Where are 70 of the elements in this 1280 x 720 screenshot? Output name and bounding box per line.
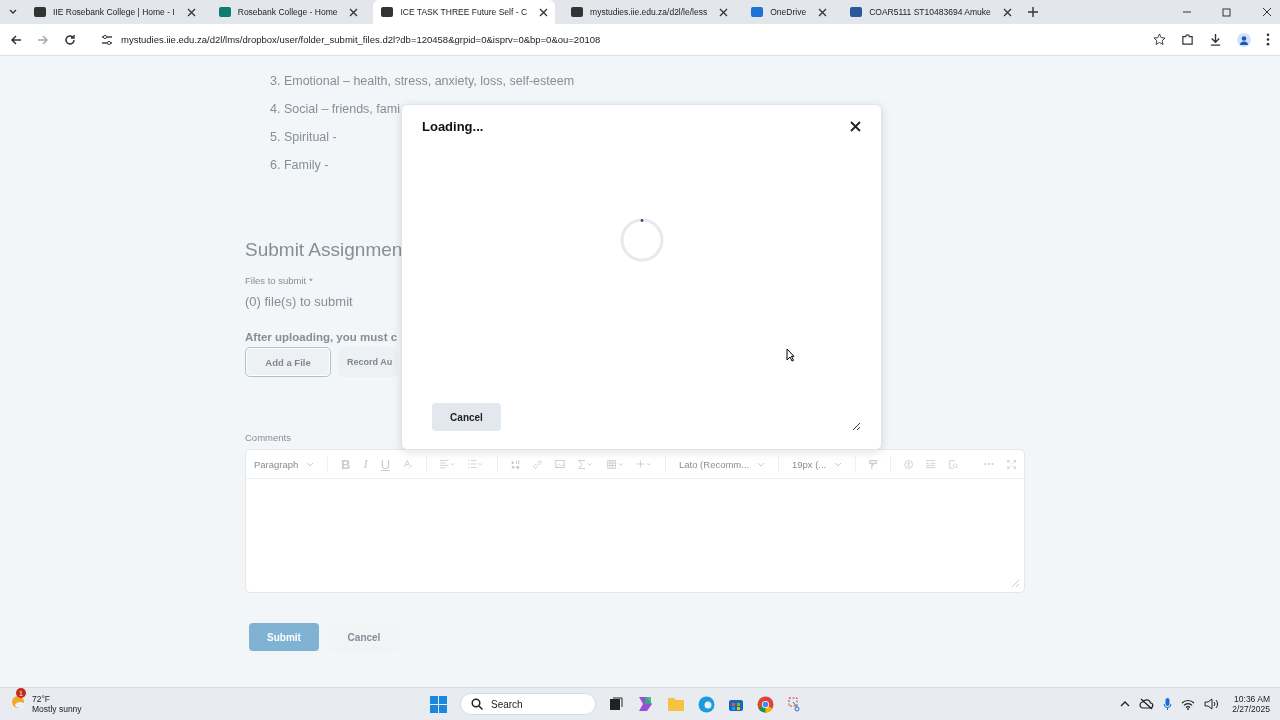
new-tab-icon[interactable]	[1026, 6, 1039, 18]
menu-icon[interactable]	[1266, 33, 1270, 46]
bookmark-star-icon[interactable]	[1153, 33, 1166, 46]
colorful-app-icon[interactable]	[636, 695, 654, 713]
upload-note: After uploading, you must c	[245, 331, 399, 343]
browser-tab[interactable]: Rosebank College - Home	[210, 0, 366, 24]
browser-tab[interactable]: COAR5111 ST10483694 Amuke	[842, 0, 1019, 24]
clock-date[interactable]: 2/27/2025	[1232, 704, 1270, 714]
download-icon[interactable]	[1209, 33, 1222, 46]
search-placeholder: Search	[491, 698, 523, 710]
cloud-offline-icon[interactable]	[1139, 698, 1155, 710]
browser-tab[interactable]: ICE TASK THREE Future Self - C	[373, 0, 556, 24]
list-item-text: 3. Emotional – health, stress, anxiety, loss, self-esteem	[270, 74, 576, 88]
font-select[interactable]: Lato (Recomm...	[679, 458, 766, 470]
close-tab-icon[interactable]	[1002, 7, 1012, 17]
section-heading: Submit Assignmen	[245, 239, 404, 261]
mouse-cursor-icon	[786, 348, 795, 362]
browser-tab[interactable]: OneDrive	[743, 0, 835, 24]
caret-icon	[306, 461, 315, 467]
dialog-title: Loading...	[422, 119, 484, 134]
search-icon	[471, 698, 483, 710]
restore-icon[interactable]	[1222, 7, 1232, 17]
site-info-icon[interactable]	[101, 33, 113, 46]
temperature-text: 72°F	[32, 694, 52, 704]
close-window-icon[interactable]	[1262, 7, 1272, 17]
url-text: mystudies.iie.edu.za/d2l/lms/dropbox/user/folder_submit_files.d2l?db=120458&grpid=0&isprv=0&bp=0&ou=20108	[121, 34, 601, 45]
start-icon[interactable]	[430, 695, 447, 713]
format-select[interactable]: Paragraph	[254, 458, 315, 470]
chrome-browser-icon[interactable]	[757, 695, 774, 713]
task-view-icon[interactable]	[609, 697, 623, 711]
microphone-icon[interactable]	[1163, 697, 1173, 711]
comments-editor[interactable]: Paragraph B I U Lato (Recomm... 19px (...	[245, 449, 1025, 593]
wifi-icon[interactable]	[1181, 698, 1196, 710]
favicon-icon	[750, 5, 765, 19]
profile-icon[interactable]	[1237, 32, 1251, 47]
browser-tab[interactable]: mystudies.iie.edu.za/d2l/le/less	[563, 0, 736, 24]
close-tab-icon[interactable]	[818, 7, 828, 17]
list-item-text: 4. Social – friends, fami	[270, 102, 401, 116]
extensions-icon[interactable]	[1181, 33, 1194, 46]
weather-sun-icon[interactable]	[10, 694, 26, 710]
favicon-icon	[33, 5, 47, 19]
size-select[interactable]: 19px (...	[791, 458, 843, 470]
cancel-button[interactable]: Cancel	[432, 403, 501, 431]
list-item-text: 5. Spiritual -	[270, 130, 338, 144]
clock-time[interactable]: 10:36 AM	[1234, 694, 1270, 704]
back-icon[interactable]	[10, 33, 22, 46]
text-color-icon[interactable]	[403, 457, 414, 471]
weather-condition-text: Mostly sunny	[32, 704, 82, 714]
comments-label: Comments	[245, 432, 292, 443]
reload-icon[interactable]	[64, 33, 76, 46]
favicon-icon	[217, 5, 232, 19]
favicon-icon	[570, 5, 585, 19]
speaker-icon[interactable]	[1204, 698, 1220, 710]
snipping-tool-icon[interactable]	[787, 696, 803, 712]
close-tab-icon[interactable]	[349, 7, 359, 17]
favicon-icon	[849, 5, 864, 19]
taskbar-search-field[interactable]: Search	[460, 693, 596, 715]
caret-icon	[834, 461, 843, 467]
browser-tab[interactable]: IIE Rosebank College | Home - I	[26, 0, 203, 24]
resize-grip-icon[interactable]	[852, 422, 861, 431]
list-item-text: 6. Family -	[270, 158, 330, 172]
file-count-text: (0) file(s) to submit	[245, 294, 354, 309]
close-tab-icon[interactable]	[539, 7, 549, 17]
close-tab-icon[interactable]	[719, 7, 729, 17]
files-label: Files to submit *	[245, 275, 314, 286]
close-icon[interactable]	[850, 121, 861, 132]
caret-icon	[757, 461, 766, 467]
close-tab-icon[interactable]	[186, 7, 196, 17]
chevron-up-icon[interactable]	[1120, 701, 1131, 707]
favicon-icon	[380, 5, 395, 19]
